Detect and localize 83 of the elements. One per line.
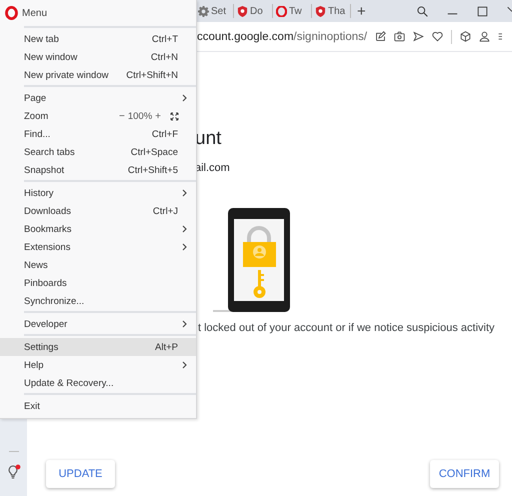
menu-item[interactable]: News [0, 256, 196, 274]
zoom-level: 100% [128, 110, 152, 122]
menu-item-label: New tab [24, 34, 60, 44]
menu-item[interactable]: New tab Ctrl+T [0, 30, 196, 48]
menu-item[interactable]: Synchronize... [0, 292, 196, 310]
menu-item-label: Settings [24, 342, 60, 352]
description-text: t locked out of your account or if we notice suspicious activity [198, 322, 496, 334]
menu-item[interactable]: New window Ctrl+N [0, 48, 196, 66]
menu-item-label: Pinboards [24, 278, 68, 288]
shortcut-text: Ctrl+F [152, 128, 178, 140]
menu-item[interactable]: Bookmarks [0, 220, 196, 238]
menu-item-label: New private window [24, 70, 110, 80]
menu-item[interactable]: Settings Alt+P [0, 338, 196, 356]
address-field[interactable]: ccount.google.com/signinoptions/ [197, 30, 368, 42]
menu-item-label: Bookmarks [24, 224, 73, 234]
user-icon[interactable] [479, 31, 490, 42]
menu-item[interactable]: History [0, 184, 196, 202]
menu-item-label: Downloads [24, 206, 72, 216]
zoom-in-button[interactable]: + [155, 110, 161, 122]
menu-item-label: Synchronize... [24, 296, 86, 306]
edit-icon[interactable] [375, 31, 386, 42]
menu-item-label: Snapshot [24, 164, 66, 176]
camera-icon[interactable] [394, 31, 406, 42]
new-tab-button[interactable]: + [354, 4, 369, 18]
shield-icon [315, 6, 326, 16]
menu-item[interactable]: Update & Recovery... [0, 374, 196, 392]
menu-item-label: New window [24, 52, 78, 62]
shortcut-text: Ctrl+J [152, 206, 178, 216]
menu-item-label: Extensions [24, 242, 72, 252]
menu-item[interactable]: New private window Ctrl+Shift+N [0, 66, 196, 84]
shortcut-text: Ctrl+Shift+5 [128, 164, 178, 176]
browser-tab[interactable]: Tw [276, 6, 308, 16]
shortcut-text: Ctrl+T [152, 34, 178, 44]
chevron-right-icon [182, 225, 187, 233]
shield-icon [237, 6, 248, 16]
cube-icon[interactable] [460, 31, 472, 42]
chevron-right-icon [182, 320, 187, 328]
menu-item-label: History [24, 188, 55, 198]
fullscreen-icon[interactable] [170, 112, 179, 120]
shortcut-text: Ctrl+N [150, 52, 178, 62]
menu-item-label: Developer [24, 318, 68, 330]
menu-item[interactable]: Developer [0, 315, 196, 333]
menu-icon[interactable] [498, 31, 502, 42]
chevron-right-icon [182, 94, 187, 102]
menu-item[interactable]: Downloads Ctrl+J [0, 202, 196, 220]
menu-item-label: Exit [24, 400, 41, 412]
send-icon[interactable] [413, 31, 424, 42]
shortcut-text: Ctrl+Shift+N [126, 70, 178, 80]
opera-logo-icon [5, 6, 18, 20]
opera-logo-icon [276, 6, 287, 16]
menu-item[interactable]: Help [0, 356, 196, 374]
menu-item-label: Help [24, 360, 45, 370]
menu-item[interactable]: Exit [0, 397, 196, 415]
action-button[interactable]: CONFIRM [430, 460, 499, 488]
menu-item-label: Find... [24, 128, 52, 140]
browser-tab[interactable]: Set [198, 6, 230, 16]
menu-item[interactable]: Snapshot Ctrl+Shift+5 [0, 161, 196, 179]
chevron-right-icon [182, 361, 187, 369]
menu-item[interactable]: Find... Ctrl+F [0, 125, 196, 143]
menu-item[interactable]: Page [0, 89, 196, 107]
action-button[interactable]: UPDATE [46, 460, 115, 488]
browser-tab[interactable]: Do [237, 6, 269, 16]
menu-item-label: Update & Recovery... [24, 378, 115, 388]
heart-icon[interactable] [432, 31, 444, 42]
zoom-out-button[interactable]: − [119, 110, 125, 122]
menu-item[interactable]: Pinboards [0, 274, 196, 292]
menu-title: Menu [22, 8, 48, 18]
shortcut-text: Alt+P [155, 342, 178, 352]
menu-item-label: Page [24, 92, 48, 104]
menu-item[interactable]: Extensions [0, 238, 196, 256]
maximize-icon[interactable] [477, 6, 488, 16]
menu-item[interactable]: Zoom − 100% + [0, 107, 196, 125]
menu-item[interactable]: Search tabs Ctrl+Space [0, 143, 196, 161]
lightbulb-icon[interactable] [6, 464, 20, 480]
chevron-right-icon [182, 189, 187, 197]
browser-tab[interactable]: Tha [315, 6, 347, 16]
menu-item-label: Search tabs [24, 146, 76, 158]
menu-item-label: Zoom [24, 110, 50, 122]
menu-item-label: News [24, 260, 49, 270]
search-icon[interactable] [417, 6, 428, 16]
gear-icon [198, 6, 209, 16]
shortcut-text: Ctrl+Space [130, 146, 178, 158]
chevron-right-icon [182, 243, 187, 251]
